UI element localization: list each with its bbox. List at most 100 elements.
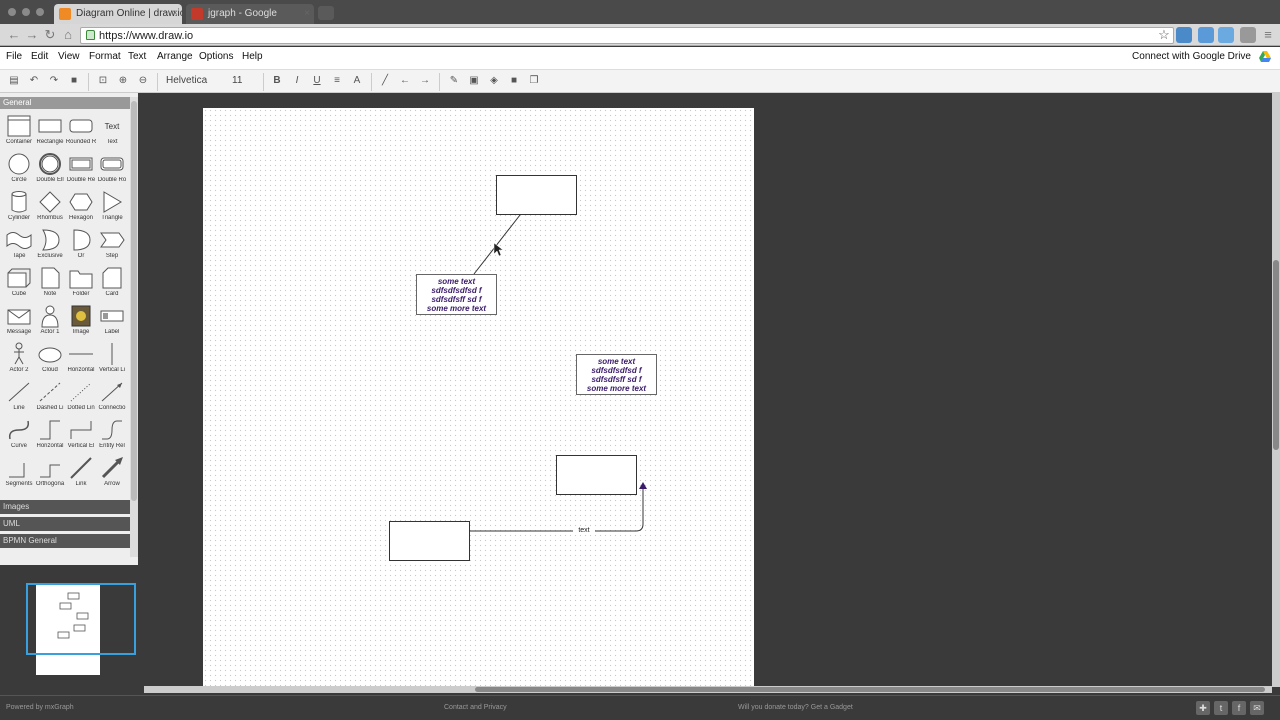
sidebar-shape-dotted-line[interactable]: Dotted Lin: [66, 379, 96, 416]
back-icon[interactable]: ←: [6, 27, 22, 43]
connect-google-drive-link[interactable]: Connect with Google Drive: [1132, 51, 1271, 62]
sidebar-shape-container[interactable]: Container: [4, 113, 34, 150]
sidebar-shape-or[interactable]: Or: [66, 227, 96, 264]
sidebar-shape-arrow[interactable]: Arrow: [97, 455, 127, 492]
bookmark-star-icon[interactable]: ☆: [1156, 27, 1172, 43]
sidebar-shape-horizontal-line[interactable]: Horizontal: [66, 341, 96, 378]
text-position-button[interactable]: A: [350, 74, 364, 88]
sidebar-shape-double-rectangle[interactable]: Double Re: [66, 151, 96, 188]
sidebar-shape-rectangle[interactable]: Rectangle: [35, 113, 65, 150]
sidebar-shape-note[interactable]: Note: [35, 265, 65, 302]
reload-icon[interactable]: ↻: [42, 27, 58, 43]
forward-icon[interactable]: →: [24, 27, 40, 43]
rectangle-shape[interactable]: [496, 175, 577, 215]
sidebar-shape-rounded-rectangle[interactable]: Rounded R: [66, 113, 96, 150]
sidebar-shape-curve[interactable]: Curve: [4, 417, 34, 454]
sidebar-shape-text[interactable]: Text Text: [97, 113, 127, 150]
italic-button[interactable]: I: [290, 74, 304, 88]
diagram-page[interactable]: [203, 108, 754, 688]
sidebar-shape-step[interactable]: Step: [97, 227, 127, 264]
footer-contact-link[interactable]: Contact and Privacy: [444, 704, 507, 711]
close-tab-icon[interactable]: ×: [304, 4, 310, 24]
sidebar-shape-segments[interactable]: Segments: [4, 455, 34, 492]
sidebar-shape-orthogonal[interactable]: Orthogona: [35, 455, 65, 492]
menu-format[interactable]: Format: [89, 51, 121, 62]
footer-donate-link[interactable]: Will you donate today? Get a Gadget: [738, 704, 853, 711]
zoom-out-icon[interactable]: ⊖: [136, 74, 150, 88]
bold-button[interactable]: B: [270, 74, 284, 88]
sidebar-shape-horizontal-elbow[interactable]: Horizontal: [35, 417, 65, 454]
text-box-shape[interactable]: some text sdfsdfsdfsd f sdfsdfsff sd f s…: [576, 354, 657, 395]
sidebar-shape-image[interactable]: Image: [66, 303, 96, 340]
canvas-horizontal-scroll-thumb[interactable]: [475, 687, 1265, 692]
new-tab-button[interactable]: [318, 6, 334, 20]
sidebar-section-bpmn[interactable]: BPMN General: [0, 534, 130, 548]
sidebar-section-uml[interactable]: UML: [0, 517, 130, 531]
settings-icon[interactable]: [1240, 27, 1256, 43]
font-size-select[interactable]: 11: [232, 75, 242, 86]
social-share-icon[interactable]: ✚: [1196, 701, 1210, 715]
maximize-window-icon[interactable]: [36, 8, 44, 16]
browser-tab-google[interactable]: jgraph - Google ×: [186, 4, 314, 24]
sidebar-shape-entity-relation[interactable]: Entity Rel: [97, 417, 127, 454]
shadow-icon[interactable]: ❐: [527, 74, 541, 88]
sidebar-shape-triangle[interactable]: Triangle: [97, 189, 127, 226]
extension-icon[interactable]: [1198, 27, 1214, 43]
line-color-icon[interactable]: ✎: [447, 74, 461, 88]
sidebar-scroll-thumb[interactable]: [131, 101, 137, 501]
fill-color-icon[interactable]: ◈: [487, 74, 501, 88]
sidebar-section-general[interactable]: General: [0, 97, 130, 109]
outline-viewport[interactable]: [26, 583, 136, 655]
sidebar-shape-connection[interactable]: Connectio: [97, 379, 127, 416]
redo-icon[interactable]: ↷: [47, 74, 61, 88]
arrow-end-icon[interactable]: →: [418, 74, 432, 88]
sidebar-shape-circle[interactable]: Circle: [4, 151, 34, 188]
extension-icon[interactable]: [1176, 27, 1192, 43]
facebook-icon[interactable]: f: [1232, 701, 1246, 715]
delete-icon[interactable]: ■: [67, 74, 81, 88]
feedback-icon[interactable]: ✉: [1250, 701, 1264, 715]
sidebar-section-images[interactable]: Images: [0, 500, 130, 514]
browser-menu-icon[interactable]: ≡: [1260, 27, 1276, 43]
menu-options[interactable]: Options: [199, 51, 233, 62]
twitter-icon[interactable]: t: [1214, 701, 1228, 715]
undo-icon[interactable]: ↶: [27, 74, 41, 88]
sidebar-shape-actor-stick[interactable]: Actor 2: [4, 341, 34, 378]
home-icon[interactable]: ⌂: [60, 27, 76, 43]
sidebar-shape-double-rounded[interactable]: Double Ro: [97, 151, 127, 188]
fit-page-icon[interactable]: ⊡: [96, 74, 110, 88]
sidebar-shape-folder[interactable]: Folder: [66, 265, 96, 302]
sidebar-shape-exclusive-or[interactable]: Exclusive: [35, 227, 65, 264]
footer-powered-by[interactable]: Powered by mxGraph: [6, 704, 74, 711]
sidebar-shape-hexagon[interactable]: Hexagon: [66, 189, 96, 226]
zoom-in-icon[interactable]: ⊕: [116, 74, 130, 88]
sidebar-shape-label[interactable]: Label: [97, 303, 127, 340]
sidebar-shape-cloud[interactable]: Cloud: [35, 341, 65, 378]
menu-help[interactable]: Help: [242, 51, 263, 62]
gradient-icon[interactable]: ■: [507, 74, 521, 88]
menu-edit[interactable]: Edit: [31, 51, 48, 62]
sidebar-shape-tape[interactable]: Tape: [4, 227, 34, 264]
sidebar-shape-rhombus[interactable]: Rhombus: [35, 189, 65, 226]
menu-file[interactable]: File: [6, 51, 22, 62]
url-input[interactable]: [80, 27, 1174, 44]
edge-label[interactable]: text: [573, 527, 595, 535]
browser-tab-drawio[interactable]: Diagram Online | draw.io ×: [54, 4, 182, 24]
sidebar-shape-dashed-line[interactable]: Dashed Li: [35, 379, 65, 416]
connector-line-icon[interactable]: ╱: [378, 74, 392, 88]
menu-text[interactable]: Text: [128, 51, 146, 62]
sidebar-shape-cylinder[interactable]: Cylinder: [4, 189, 34, 226]
sidebar-shape-actor[interactable]: Actor 1: [35, 303, 65, 340]
sidebar-shape-line[interactable]: Line: [4, 379, 34, 416]
canvas-vertical-scroll-thumb[interactable]: [1273, 260, 1279, 450]
arrow-start-icon[interactable]: ←: [398, 74, 412, 88]
sidebar-shape-link[interactable]: Link: [66, 455, 96, 492]
sidebar-shape-cube[interactable]: Cube: [4, 265, 34, 302]
rectangle-shape[interactable]: [389, 521, 470, 561]
underline-button[interactable]: U: [310, 74, 324, 88]
close-window-icon[interactable]: [8, 8, 16, 16]
rectangle-shape[interactable]: [556, 455, 637, 495]
image-icon[interactable]: ▣: [467, 74, 481, 88]
menu-view[interactable]: View: [58, 51, 80, 62]
font-family-select[interactable]: Helvetica: [166, 75, 207, 86]
